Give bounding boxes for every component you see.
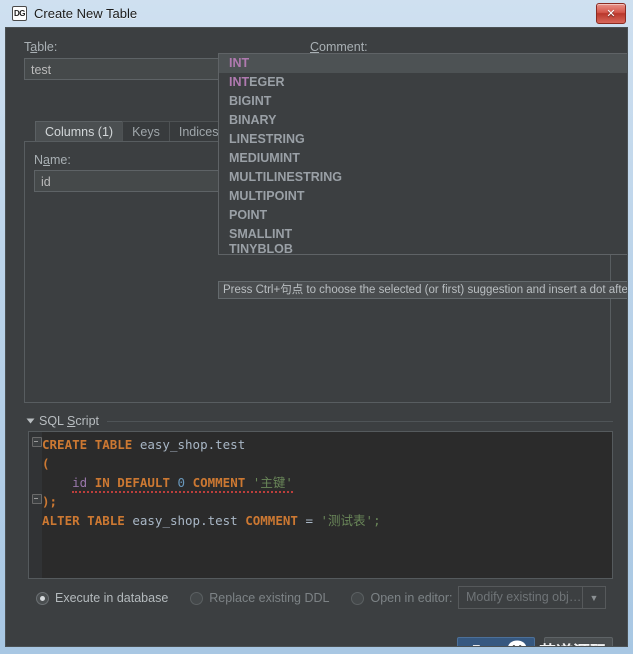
sql-close-paren: ); xyxy=(42,494,58,509)
sql-table-name-2: easy_shop.test xyxy=(132,513,238,528)
autocomplete-item[interactable]: INT xyxy=(219,54,627,73)
tab-columns[interactable]: Columns (1) xyxy=(35,121,124,143)
chevron-down-icon: ▼ xyxy=(582,587,605,608)
dialog-client-area: Table: test Comment: 测试表 xyxy=(5,27,628,647)
autocomplete-item[interactable]: SMALLINT xyxy=(219,225,627,244)
execution-options: Execute in database Replace existing DDL… xyxy=(36,591,474,605)
autocomplete-item-rest: TINYBLOB xyxy=(229,244,293,254)
radio-execute-in-database[interactable]: Execute in database xyxy=(36,591,168,605)
column-name-input[interactable]: id xyxy=(34,170,224,192)
autocomplete-item-match: INT xyxy=(229,56,250,70)
tab-keys[interactable]: Keys xyxy=(122,121,170,143)
datagrip-icon: DG xyxy=(12,6,27,21)
radio-label: Open in editor: xyxy=(370,591,453,605)
autocomplete-item[interactable]: BIGINT xyxy=(219,92,627,111)
open-in-editor-mode-select[interactable]: Modify existing obj… ▼ xyxy=(458,586,606,609)
collapse-chevron-icon[interactable] xyxy=(26,418,35,424)
sql-keyword-alter: ALTER xyxy=(42,513,80,528)
editor-gutter xyxy=(29,432,42,578)
autocomplete-item-rest: BIGINT xyxy=(229,94,272,108)
autocomplete-item-rest: MEDIUMINT xyxy=(229,151,300,165)
sql-code: CREATE TABLE easy_shop.test ( id IN DEFA… xyxy=(42,435,612,530)
select-value: Modify existing obj… xyxy=(466,590,582,604)
radio-dot-icon xyxy=(351,591,365,605)
autocomplete-item[interactable]: MULTILINESTRING xyxy=(219,168,627,187)
autocomplete-item-rest: MULTILINESTRING xyxy=(229,170,342,184)
table-label: Table: xyxy=(24,40,58,54)
cancel-button[interactable]: Cancel xyxy=(544,637,613,646)
autocomplete-item-rest: BINARY xyxy=(229,113,277,127)
sql-keyword-create: CREATE xyxy=(42,437,88,452)
autocomplete-item[interactable]: MEDIUMINT xyxy=(219,149,627,168)
autocomplete-hint: Press Ctrl+句点 to choose the selected (or… xyxy=(218,281,627,299)
sql-script-editor[interactable]: CREATE TABLE easy_shop.test ( id IN DEFA… xyxy=(28,431,613,579)
sql-script-header[interactable]: SQL Script xyxy=(26,414,613,428)
radio-dot-icon xyxy=(190,591,204,605)
radio-dot-icon xyxy=(36,591,49,605)
autocomplete-item-rest: LINESTRING xyxy=(229,132,305,146)
dialog-buttons: Execute Cancel xyxy=(457,637,613,646)
sql-comment-keyword: COMMENT xyxy=(192,475,246,490)
title-bar: DG Create New Table ✕ xyxy=(5,0,628,27)
sql-equals: = xyxy=(305,513,313,528)
fold-marker-icon[interactable] xyxy=(32,494,42,504)
sql-comment-keyword-2: COMMENT xyxy=(245,513,298,528)
sql-comment-literal: '主键' xyxy=(252,475,293,490)
autocomplete-item[interactable]: TINYBLOB xyxy=(219,244,627,254)
autocomplete-item-rest: MULTIPOINT xyxy=(229,189,305,203)
sql-script-label: SQL Script xyxy=(39,414,99,428)
window-title: Create New Table xyxy=(34,6,138,21)
sql-keyword-table-2: TABLE xyxy=(87,513,125,528)
autocomplete-item[interactable]: LINESTRING xyxy=(219,130,627,149)
autocomplete-item-rest: POINT xyxy=(229,208,268,222)
autocomplete-item[interactable]: BINARY xyxy=(219,111,627,130)
close-icon: ✕ xyxy=(606,8,616,20)
autocomplete-item-match: INT xyxy=(229,75,250,89)
radio-replace-existing-ddl[interactable]: Replace existing DDL xyxy=(190,591,329,605)
sql-default-value: 0 xyxy=(177,475,186,490)
type-autocomplete-popup[interactable]: INT INTEGER BIGINT BINARY LINESTRING MED… xyxy=(218,53,627,255)
sql-type-keyword: IN xyxy=(94,475,110,490)
comment-label: Comment: xyxy=(310,40,368,54)
sql-column-name: id xyxy=(72,475,88,490)
autocomplete-item[interactable]: POINT xyxy=(219,206,627,225)
radio-label: Replace existing DDL xyxy=(209,591,330,605)
sql-keyword-table: TABLE xyxy=(94,437,133,452)
sql-table-comment-literal: '测试表'; xyxy=(320,513,381,528)
autocomplete-item[interactable]: INTEGER xyxy=(219,73,627,92)
create-new-table-dialog: DG Create New Table ✕ Table: test Commen… xyxy=(0,0,633,654)
radio-open-in-editor[interactable]: Open in editor: xyxy=(351,591,452,605)
fold-marker-icon[interactable] xyxy=(32,437,42,447)
radio-label: Execute in database xyxy=(55,591,169,605)
autocomplete-item-rest: EGER xyxy=(249,75,285,89)
column-name-header: Name: xyxy=(34,153,71,167)
autocomplete-item-rest: SMALLINT xyxy=(229,227,293,241)
autocomplete-item[interactable]: MULTIPOINT xyxy=(219,187,627,206)
sql-table-name: easy_shop.test xyxy=(139,437,246,452)
close-window-button[interactable]: ✕ xyxy=(596,3,626,24)
header-rule xyxy=(107,420,613,422)
sql-open-paren: ( xyxy=(42,456,50,471)
sql-default-keyword: DEFAULT xyxy=(117,475,170,490)
execute-button[interactable]: Execute xyxy=(457,637,536,646)
